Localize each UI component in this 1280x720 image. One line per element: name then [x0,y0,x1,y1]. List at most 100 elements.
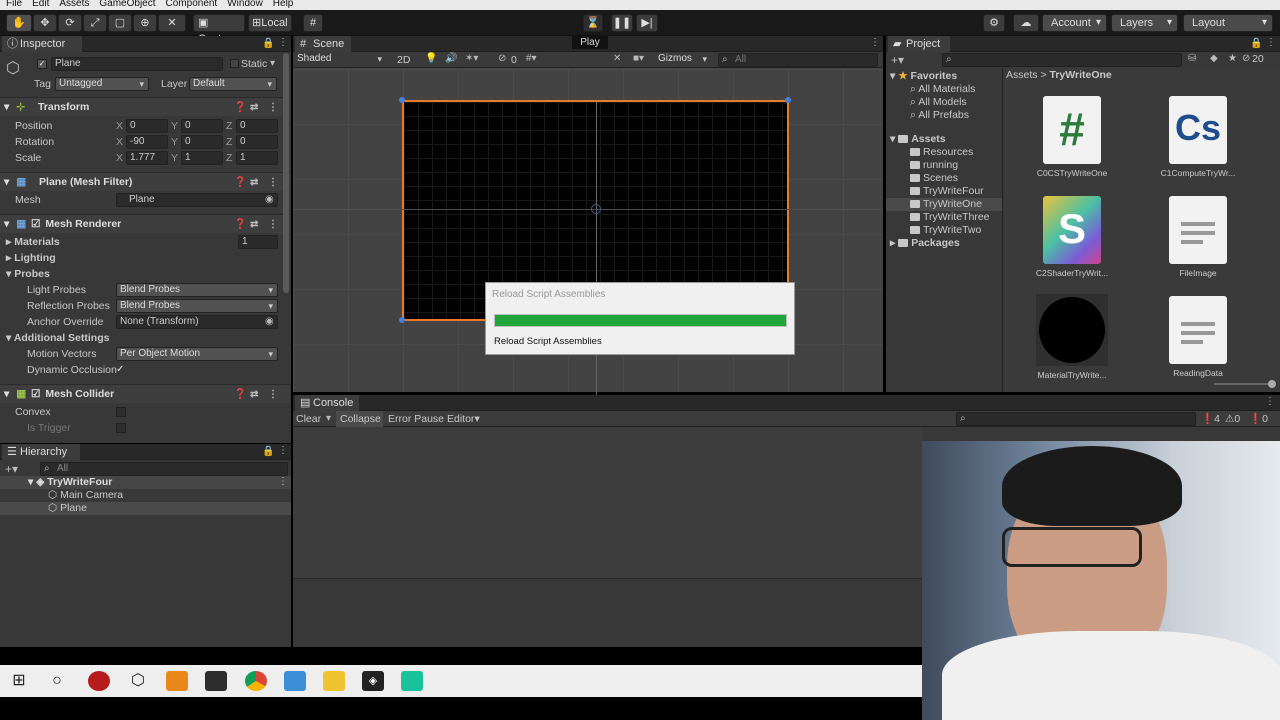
kebab-icon[interactable]: ⋮ [870,37,880,48]
sublime-icon[interactable] [166,671,188,691]
component-menu-icon[interactable]: ⋮ [268,216,278,234]
lock-icon[interactable]: 🔒 [262,446,274,457]
app-icon[interactable] [284,671,306,691]
rotation-y-field[interactable]: 0 [181,135,223,149]
windows-start-icon[interactable]: ⊞ [8,671,30,691]
folder-item[interactable]: TryWriteFour [910,185,984,198]
reflection-probes-dropdown[interactable]: Blend Probes [116,299,278,313]
mesh-field[interactable]: Plane [116,193,278,207]
active-checkbox[interactable]: ✓ [37,59,47,69]
info-count[interactable]: ⚠0 [1225,411,1240,427]
console-search-input[interactable] [956,412,1196,426]
voicemeeter-icon[interactable] [205,671,227,691]
asset-item[interactable]: MaterialTryWrite... [1012,294,1132,380]
kebab-icon[interactable]: ⋮ [1265,396,1275,407]
effects-icon[interactable]: ✶▾ [465,53,478,64]
menu-help[interactable]: Help [273,0,294,9]
camera-icon[interactable]: ■▾ [633,53,644,64]
materials-count-field[interactable]: 1 [238,235,278,249]
component-menu-icon[interactable]: ⋮ [268,99,278,117]
menu-edit[interactable]: Edit [32,0,49,9]
preset-icon[interactable]: ⇄ [250,174,258,192]
custom-tool-button[interactable]: ✕ [158,14,186,32]
breadcrumb-current[interactable]: TryWriteOne [1050,69,1112,81]
kebab-icon[interactable]: ⋮ [1266,37,1276,48]
preset-icon[interactable]: ⇄ [250,216,258,234]
scale-x-field[interactable]: 1.777 [126,151,168,165]
materials-foldout[interactable]: ▸ Materials [6,234,60,250]
clear-button[interactable]: Clear [296,411,321,427]
scale-tool-button[interactable]: ⤢ [83,14,107,32]
folder-item[interactable]: TryWriteTwo [910,224,981,237]
object-picker-icon[interactable]: ◉ [265,194,274,205]
light-probes-dropdown[interactable]: Blend Probes [116,283,278,297]
asset-item[interactable]: # C0CSTryWriteOne [1012,96,1132,178]
app-icon[interactable] [401,671,423,691]
scene-root[interactable]: ▾ ◈ TryWriteFour [28,476,112,489]
transform-tool-button[interactable]: ⊕ [133,14,157,32]
pivot-gizmo[interactable] [591,204,601,214]
folder-item[interactable]: TryWriteOne [910,198,982,211]
tab-console[interactable]: ▤ Console [295,395,359,411]
object-picker-icon[interactable]: ◉ [265,316,274,327]
grid-snap-button[interactable]: # [303,14,323,32]
visibility-icon[interactable]: ⊘ [498,53,506,64]
component-menu-icon[interactable]: ⋮ [268,174,278,192]
gizmos-dropdown[interactable]: Gizmos [655,53,711,67]
position-z-field[interactable]: 0 [236,119,278,133]
help-icon[interactable]: ❓ [234,386,246,404]
probes-foldout[interactable]: ▾ Probes [6,266,50,282]
layout-dropdown[interactable]: Layout [1183,14,1273,32]
folder-item[interactable]: Scenes [910,172,958,185]
menu-assets[interactable]: Assets [59,0,89,9]
zoom-slider-handle[interactable] [1268,380,1276,388]
additional-settings-foldout[interactable]: ▾ Additional Settings [6,330,109,346]
move-tool-button[interactable]: ✥ [33,14,57,32]
enabled-checkbox[interactable]: ☑ [31,218,40,230]
project-search-input[interactable] [942,53,1182,67]
preset-icon[interactable]: ⇄ [250,99,258,117]
transform-header[interactable]: ▾ ⊹ Transform ❓ ⇄ ⋮ [0,97,290,116]
play-button[interactable]: ⌛ [583,14,603,32]
object-name-field[interactable]: Plane [51,57,223,71]
mesh-filter-header[interactable]: ▾ ▦ Plane (Mesh Filter) ❓ ⇄ ⋮ [0,172,290,191]
tools-icon[interactable]: ✕ [613,53,621,64]
rect-handle[interactable] [399,97,405,103]
rect-tool-button[interactable]: ▢ [108,14,132,32]
scale-z-field[interactable]: 1 [236,151,278,165]
breadcrumb-root[interactable]: Assets [1006,69,1038,81]
file-explorer-icon[interactable] [323,671,345,691]
help-icon[interactable]: ❓ [234,99,246,117]
add-icon[interactable]: +▾ [891,53,904,67]
chrome-icon[interactable] [245,671,267,691]
dynamic-occlusion-checkbox[interactable]: ✓ [116,364,124,375]
pause-button[interactable]: ❚❚ [611,14,633,32]
console-log-area[interactable] [293,427,923,579]
kebab-icon[interactable]: ⋮ [278,445,288,456]
convex-checkbox[interactable] [116,407,126,417]
scene-search-input[interactable]: All [718,53,878,67]
hidden-packages-icon[interactable]: ⊘ [1242,53,1250,64]
rotate-tool-button[interactable]: ⟳ [58,14,82,32]
tag-dropdown[interactable]: Untagged [55,77,149,91]
favorite-icon[interactable]: ★ [1228,53,1237,64]
mesh-collider-header[interactable]: ▾ ▦ ☑ Mesh Collider ❓ ⇄ ⋮ [0,384,290,403]
hierarchy-item[interactable]: ⬡ Plane [48,502,87,515]
anchor-override-field[interactable]: None (Transform) [116,315,278,329]
asset-item[interactable]: ReadingData [1138,296,1258,378]
menu-gameobject[interactable]: GameObject [99,0,155,9]
favorite-item[interactable]: ⌕ All Prefabs [910,109,969,122]
preset-icon[interactable]: ⇄ [250,386,258,404]
scale-y-field[interactable]: 1 [181,151,223,165]
cloud-button[interactable]: ☁ [1013,14,1039,32]
static-checkbox[interactable] [230,59,239,68]
scene-menu-icon[interactable]: ⋮ [278,476,288,487]
help-icon[interactable]: ❓ [234,216,246,234]
lighting-foldout[interactable]: ▸ Lighting [6,250,56,266]
inspector-scrollbar[interactable] [283,53,289,293]
hierarchy-search-input[interactable]: All [40,462,288,476]
tab-inspector[interactable]: ⓘ Inspector [2,36,82,52]
2d-toggle[interactable]: 2D [397,52,410,68]
menu-file[interactable]: File [6,0,22,9]
grid-toggle-icon[interactable]: #▾ [526,53,537,64]
